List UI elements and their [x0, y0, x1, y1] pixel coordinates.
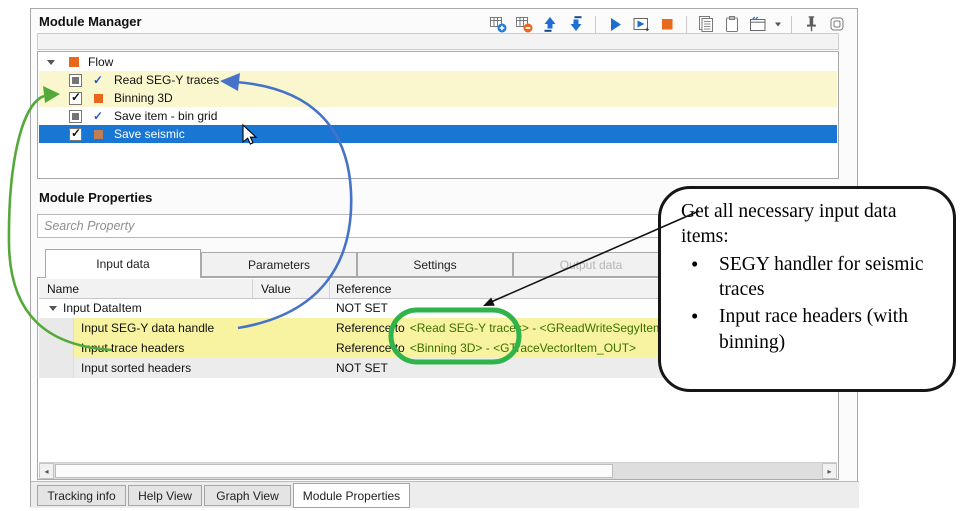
run-icon[interactable]	[605, 14, 625, 34]
reference-text: Reference to	[336, 321, 405, 335]
tree-item-label: Binning 3D	[114, 91, 173, 105]
tree-item-binning-3d[interactable]: Binning 3D	[39, 89, 837, 107]
tree-item-flow[interactable]: Flow	[39, 53, 837, 71]
tree-item-read-segy-traces[interactable]: Read SEG-Y traces	[39, 71, 837, 89]
scrollbar-thumb[interactable]	[55, 464, 613, 478]
blue-check-icon	[91, 74, 105, 86]
move-up-icon[interactable]	[540, 14, 560, 34]
scroll-right-icon[interactable]: ▸	[822, 463, 837, 479]
callout-bullet: SEGY handler for seismic traces	[681, 252, 941, 303]
indent-cell	[39, 358, 74, 378]
add-module-icon[interactable]	[488, 14, 508, 34]
report-icon[interactable]	[696, 14, 716, 34]
tree-item-label: Save item - bin grid	[114, 109, 217, 123]
tree-item-save-item-bin-grid[interactable]: Save item - bin grid	[39, 107, 837, 125]
toolbar-separator	[791, 16, 792, 33]
property-name: Input DataItem	[63, 301, 142, 315]
horizontal-scrollbar[interactable]: ◂ ▸	[39, 462, 837, 479]
tab-input-data[interactable]: Input data	[45, 249, 201, 278]
tree-item-label: Save seismic	[114, 127, 185, 141]
window-dropdown-icon[interactable]	[774, 20, 782, 28]
scroll-left-icon[interactable]: ◂	[39, 463, 54, 479]
new-window-icon[interactable]	[748, 14, 768, 34]
callout-list: SEGY handler for seismic traces Input ra…	[681, 252, 941, 355]
tab-graph-view[interactable]: Graph View	[204, 485, 291, 506]
tab-tracking-info[interactable]: Tracking info	[37, 485, 126, 506]
column-header-name[interactable]: Name	[39, 279, 253, 298]
callout-intro: Get all necessary input data items:	[681, 199, 941, 250]
tab-output-data[interactable]: Output data	[513, 252, 669, 277]
remove-module-icon[interactable]	[514, 14, 534, 34]
tab-parameters[interactable]: Parameters	[201, 252, 357, 277]
toolbar-separator	[595, 16, 596, 33]
tree-item-save-seismic[interactable]: Save seismic	[39, 125, 837, 143]
property-name: Input sorted headers	[81, 361, 191, 375]
expander-icon[interactable]	[49, 306, 57, 311]
float-window-icon[interactable]	[827, 14, 847, 34]
run-flow-icon[interactable]	[631, 14, 651, 34]
orange-square-muted-icon	[91, 130, 105, 139]
checkbox-partial[interactable]	[69, 74, 82, 87]
stop-icon[interactable]	[657, 14, 677, 34]
checkbox-partial[interactable]	[69, 110, 82, 123]
property-name: Input trace headers	[81, 341, 184, 355]
clipboard-icon[interactable]	[722, 14, 742, 34]
window-title: Module Manager	[39, 14, 142, 29]
flow-square-icon	[69, 57, 79, 67]
expander-icon[interactable]	[47, 60, 55, 65]
toolbar-sub-strip	[37, 33, 839, 50]
indent-cell	[39, 338, 74, 358]
callout-bullet: Input race headers (with binning)	[681, 304, 941, 355]
tree-item-label: Flow	[88, 55, 113, 69]
screenshot-root: Module Manager	[0, 0, 963, 511]
reference-text: Reference to	[336, 341, 405, 355]
orange-square-icon	[91, 94, 105, 103]
move-down-icon[interactable]	[566, 14, 586, 34]
checkbox-checked[interactable]	[69, 92, 82, 105]
column-header-value[interactable]: Value	[253, 279, 330, 298]
module-properties-title: Module Properties	[39, 190, 152, 205]
pin-icon[interactable]	[801, 14, 821, 34]
reference-text: NOT SET	[336, 301, 388, 315]
reference-text: NOT SET	[336, 361, 388, 375]
checkbox-checked[interactable]	[69, 128, 82, 141]
indent-cell	[39, 318, 74, 338]
reference-value: <Binning 3D> - <GTraceVectorItem_OUT>	[410, 341, 636, 355]
flow-tree-panel: Flow Read SEG-Y traces Binning 3D Save i…	[37, 51, 839, 179]
toolbar-separator	[686, 16, 687, 33]
property-name: Input SEG-Y data handle	[81, 321, 214, 335]
tab-settings[interactable]: Settings	[357, 252, 513, 277]
tab-module-properties[interactable]: Module Properties	[293, 483, 410, 508]
annotation-callout: Get all necessary input data items: SEGY…	[658, 186, 956, 392]
tree-item-label: Read SEG-Y traces	[114, 73, 219, 87]
tab-help-view[interactable]: Help View	[128, 485, 202, 506]
blue-check-icon	[91, 110, 105, 122]
bottom-tab-strip: Tracking info Help View Graph View Modul…	[31, 481, 859, 508]
